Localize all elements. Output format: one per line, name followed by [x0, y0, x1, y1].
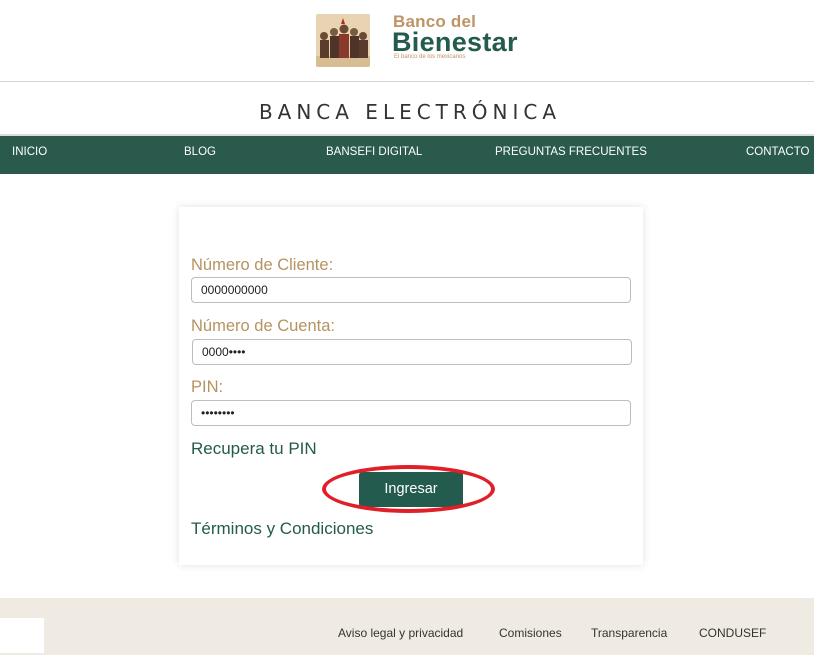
login-card: Número de Cliente: 0000000000 Número de …: [179, 207, 643, 565]
cuenta-input[interactable]: 0000••••: [192, 339, 632, 365]
footer-link-comisiones[interactable]: Comisiones: [499, 626, 562, 640]
pin-input[interactable]: ••••••••: [191, 400, 631, 426]
page-subtitle: BANCA ELECTRÓNICA: [258, 100, 562, 124]
ingresar-button[interactable]: Ingresar: [359, 472, 463, 507]
nav-item-bansefi-digital[interactable]: BANSEFI DIGITAL: [326, 146, 422, 158]
cliente-input[interactable]: 0000000000: [191, 277, 631, 303]
cliente-label: Número de Cliente:: [191, 256, 334, 274]
terms-link[interactable]: Términos y Condiciones: [191, 519, 373, 539]
nav-item-contacto[interactable]: CONTACTO: [746, 146, 809, 158]
logo-heroes-image: [316, 14, 370, 67]
nav-item-inicio[interactable]: INICIO: [12, 146, 47, 158]
banco-bienestar-logo[interactable]: Banco del Bienestar El banco de los mexi…: [303, 12, 533, 70]
recover-pin-link[interactable]: Recupera tu PIN: [191, 439, 317, 459]
logo-tagline: El banco de los mexicanos: [394, 54, 466, 60]
pin-label: PIN:: [191, 378, 224, 396]
site-footer: Aviso legal y privacidad Comisiones Tran…: [0, 598, 814, 655]
footer-logo-placeholder: [0, 618, 44, 653]
main-nav: INICIO BLOG BANSEFI DIGITAL PREGUNTAS FR…: [0, 134, 814, 174]
nav-item-preguntas-frecuentes[interactable]: PREGUNTAS FRECUENTES: [495, 146, 647, 158]
footer-link-transparencia[interactable]: Transparencia: [591, 626, 667, 640]
footer-link-aviso-legal[interactable]: Aviso legal y privacidad: [338, 626, 463, 640]
cuenta-label: Número de Cuenta:: [191, 317, 335, 335]
site-header: Banco del Bienestar El banco de los mexi…: [0, 0, 814, 82]
footer-link-condusef[interactable]: CONDUSEF: [699, 626, 766, 640]
nav-item-blog[interactable]: BLOG: [184, 146, 216, 158]
